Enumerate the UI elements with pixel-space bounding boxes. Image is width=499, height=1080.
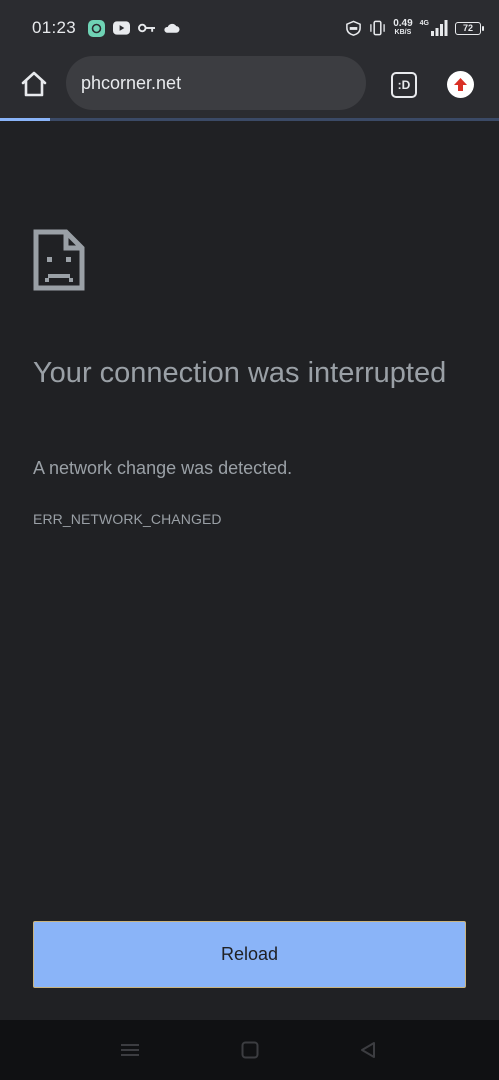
recents-button[interactable] [118, 1038, 142, 1062]
battery-icon: 72 [455, 21, 484, 35]
error-code[interactable]: ERR_NETWORK_CHANGED [33, 511, 222, 527]
youtube-icon [113, 20, 131, 37]
home-icon [21, 71, 47, 97]
sad-document-icon [33, 229, 85, 291]
status-time: 01:23 [32, 18, 77, 37]
home-button[interactable] [18, 68, 50, 100]
signal-icon: 4G [420, 20, 448, 36]
vibrate-icon [369, 20, 386, 37]
menu-icon [121, 1044, 139, 1056]
speed-value: 0.49 [393, 18, 413, 29]
status-bar: 01:23 0.49 KB/S 4G 72 [0, 0, 499, 56]
vpn-icon [345, 20, 362, 37]
browser-toolbar: phcorner.net :D [0, 56, 499, 118]
back-icon [361, 1042, 375, 1058]
navigation-bar [0, 1020, 499, 1080]
url-bar[interactable]: phcorner.net [66, 56, 366, 110]
url-text: phcorner.net [81, 72, 182, 93]
network-type: 4G [419, 20, 429, 27]
error-description: A network change was detected. [33, 458, 293, 478]
tab-switcher-button[interactable]: :D [391, 72, 417, 98]
update-button[interactable] [447, 71, 474, 98]
speed-unit: KB/S [394, 29, 412, 36]
system-icons: 0.49 KB/S 4G 72 [345, 19, 484, 37]
update-icon [454, 78, 467, 91]
cloud-icon [163, 20, 180, 37]
back-button[interactable] [356, 1038, 380, 1062]
tab-switcher-icon: :D [397, 78, 411, 92]
home-nav-button[interactable] [238, 1038, 262, 1062]
battery-level: 72 [462, 23, 473, 33]
home-square-icon [241, 1041, 259, 1059]
progress-fill [0, 118, 50, 121]
key-icon [138, 20, 156, 37]
notification-icons [88, 19, 180, 37]
reload-button[interactable]: Reload [33, 921, 466, 988]
network-speed: 0.49 KB/S [393, 19, 412, 37]
app-icon [88, 19, 106, 37]
page-load-progress [0, 118, 499, 121]
error-title: Your connection was interrupted [33, 357, 447, 389]
